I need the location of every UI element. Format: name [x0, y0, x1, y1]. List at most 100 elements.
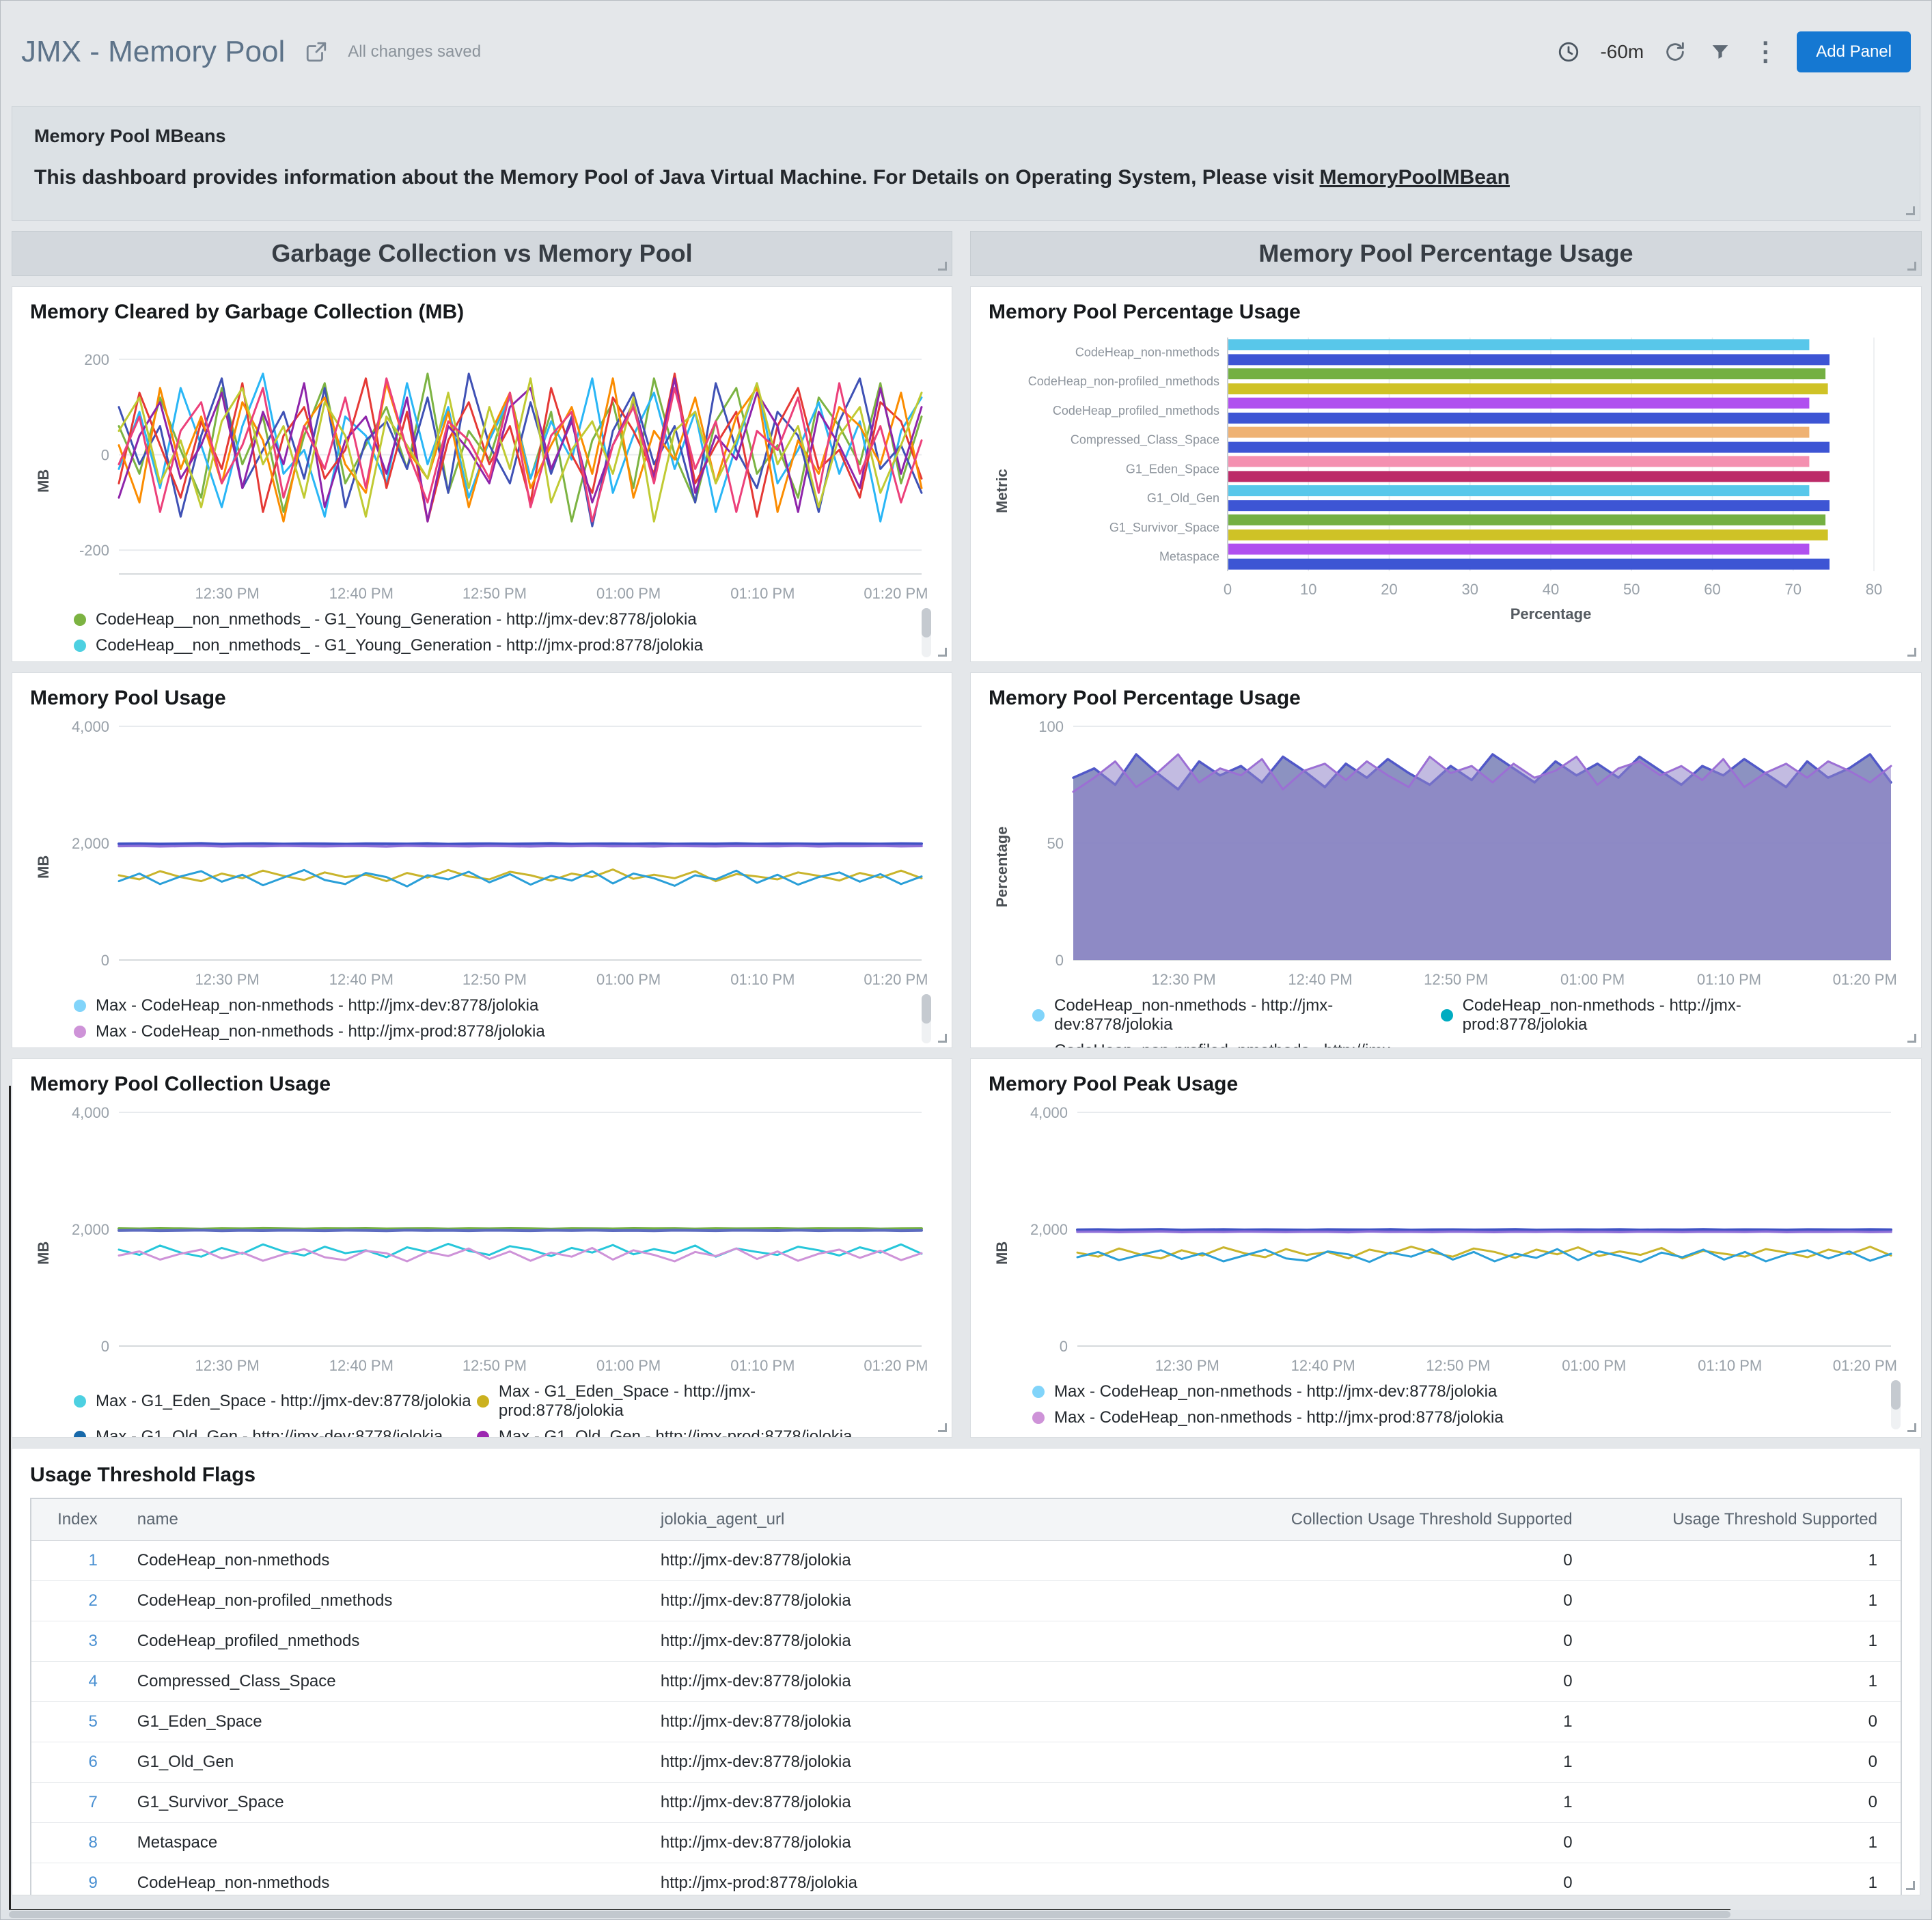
memory-pool-usage-chart[interactable]: 02,0004,00012:30 PM12:40 PM12:50 PM01:00… — [57, 717, 935, 990]
legend-label: CodeHeap__non_nmethods_ - G1_Young_Gener… — [96, 636, 703, 655]
table-row: 6G1_Old_Genhttp://jmx-dev:8778/jolokia10 — [31, 1742, 1901, 1783]
legend-scrollbar[interactable] — [922, 608, 931, 657]
url-cell: http://jmx-dev:8778/jolokia — [648, 1783, 1228, 1823]
svg-text:100: 100 — [1038, 718, 1064, 735]
memory-pool-percentage-area-chart[interactable]: 05010012:30 PM12:40 PM12:50 PM01:00 PM01… — [1016, 717, 1905, 990]
legend-item[interactable]: Max - G1_Eden_Space - http://jmx-dev:877… — [74, 1379, 477, 1424]
legend-scrollbar[interactable] — [922, 994, 931, 1043]
memory-pool-collection-usage-chart[interactable]: 02,0004,00012:30 PM12:40 PM12:50 PM01:00… — [57, 1103, 935, 1376]
resize-handle[interactable] — [1906, 1881, 1915, 1890]
svg-text:12:40 PM: 12:40 PM — [1288, 971, 1352, 988]
svg-text:2,000: 2,000 — [72, 835, 109, 852]
resize-handle[interactable] — [938, 1034, 947, 1043]
resize-handle[interactable] — [1907, 262, 1916, 271]
index-cell: 6 — [31, 1742, 125, 1783]
svg-text:12:30 PM: 12:30 PM — [195, 971, 260, 988]
legend-dot — [74, 640, 86, 652]
clock-icon[interactable] — [1555, 38, 1582, 66]
horizontal-scrollbar[interactable] — [1, 1910, 1931, 1919]
horizontal-scrollbar-thumb[interactable] — [9, 1911, 1730, 1918]
legend-item[interactable]: Max - CodeHeap_non-nmethods - http://jmx… — [1032, 1379, 1883, 1405]
svg-text:01:20 PM: 01:20 PM — [1833, 1357, 1897, 1374]
legend-item[interactable]: CodeHeap__non_nmethods_ - G1_Young_Gener… — [74, 607, 913, 633]
usage-threshold-cell: 0 — [1620, 1783, 1901, 1823]
legend-dot — [1032, 1412, 1045, 1424]
resize-handle[interactable] — [1906, 206, 1915, 215]
legend-dot — [74, 614, 86, 626]
filter-icon[interactable] — [1707, 38, 1734, 66]
panel-title: Memory Pool Percentage Usage — [989, 301, 1903, 324]
collection-threshold-cell: 0 — [1228, 1581, 1620, 1621]
memory-pool-percentage-bar-chart[interactable]: 01020304050607080CodeHeap_non-nmethodsCo… — [1016, 331, 1905, 625]
panel-memory-pool-peak-usage: Memory Pool Peak Usage MB 02,0004,00012:… — [970, 1058, 1922, 1438]
svg-text:30: 30 — [1462, 581, 1478, 598]
legend-dot — [74, 1026, 86, 1038]
index-cell: 4 — [31, 1662, 125, 1702]
svg-text:4,000: 4,000 — [72, 718, 109, 735]
legend-item[interactable]: Max - CodeHeap_non-nmethods - http://jmx… — [74, 1019, 913, 1045]
legend-item[interactable]: Max - CodeHeap_non-nmethods - http://jmx… — [74, 993, 913, 1019]
legend-dot — [74, 1395, 86, 1408]
svg-text:0: 0 — [1224, 581, 1232, 598]
usage-threshold-cell: 0 — [1620, 1742, 1901, 1783]
url-cell: http://jmx-dev:8778/jolokia — [648, 1823, 1228, 1863]
collection-threshold-cell: 0 — [1228, 1863, 1620, 1896]
legend-dot — [74, 1000, 86, 1012]
index-cell: 8 — [31, 1823, 125, 1863]
legend-item[interactable]: Max - G1_Old_Gen - http://jmx-prod:8778/… — [477, 1424, 880, 1438]
resize-handle[interactable] — [938, 1423, 947, 1432]
svg-text:50: 50 — [1047, 835, 1064, 852]
legend-label: CodeHeap_non-nmethods - http://jmx-dev:8… — [1054, 996, 1441, 1034]
legend-label: Max - CodeHeap_non-nmethods - http://jmx… — [96, 1022, 545, 1041]
chart-legend: Max - CodeHeap_non-nmethods - http://jmx… — [1032, 1379, 1903, 1431]
legend-item[interactable]: Max - G1_Eden_Space - http://jmx-prod:87… — [477, 1379, 880, 1424]
resize-handle[interactable] — [1907, 1423, 1916, 1432]
memory-pool-mbean-link[interactable]: MemoryPoolMBean — [1320, 166, 1510, 189]
section-title: Memory Pool Percentage Usage — [1258, 239, 1633, 268]
resize-handle[interactable] — [938, 262, 947, 271]
svg-text:CodeHeap_non-profiled_nmethods: CodeHeap_non-profiled_nmethods — [1028, 374, 1219, 389]
legend-item[interactable]: CodeHeap_non-nmethods - http://jmx-dev:8… — [1032, 993, 1441, 1038]
svg-text:G1_Old_Gen: G1_Old_Gen — [1147, 491, 1219, 506]
collection-threshold-cell: 1 — [1228, 1702, 1620, 1742]
chart-legend: CodeHeap_non-nmethods - http://jmx-dev:8… — [1032, 993, 1903, 1048]
chart-legend: Max - CodeHeap_non-nmethods - http://jmx… — [74, 993, 934, 1045]
svg-text:50: 50 — [1623, 581, 1640, 598]
name-cell: CodeHeap_profiled_nmethods — [125, 1621, 648, 1662]
svg-text:12:40 PM: 12:40 PM — [329, 585, 394, 602]
legend-label: Max - G1_Old_Gen - http://jmx-dev:8778/j… — [96, 1427, 443, 1438]
svg-text:-200: -200 — [79, 542, 109, 559]
resize-handle[interactable] — [1907, 1034, 1916, 1043]
add-panel-button[interactable]: Add Panel — [1797, 31, 1911, 72]
resize-handle[interactable] — [938, 648, 947, 657]
memory-cleared-gc-chart[interactable]: 2000-20012:30 PM12:40 PM12:50 PM01:00 PM… — [57, 331, 935, 604]
kebab-menu-icon[interactable]: ⋮ — [1752, 38, 1779, 66]
legend-item[interactable]: CodeHeap_non-profiled_nmethods - http://… — [1032, 1038, 1441, 1048]
legend-scrollbar-thumb[interactable] — [922, 994, 931, 1024]
share-icon[interactable] — [303, 38, 330, 66]
svg-text:2,000: 2,000 — [72, 1221, 109, 1238]
name-cell: Metaspace — [125, 1823, 648, 1863]
name-cell: G1_Old_Gen — [125, 1742, 648, 1783]
legend-item[interactable]: CodeHeap__non_nmethods_ - G1_Young_Gener… — [74, 633, 913, 659]
legend-item[interactable]: Max - CodeHeap_non-nmethods - http://jmx… — [1032, 1405, 1883, 1431]
y-axis-label: Metric — [989, 331, 1016, 625]
svg-text:10: 10 — [1300, 581, 1316, 598]
saved-status: All changes saved — [348, 42, 481, 61]
svg-text:0: 0 — [1060, 1338, 1068, 1355]
url-cell: http://jmx-dev:8778/jolokia — [648, 1742, 1228, 1783]
legend-label: Max - G1_Eden_Space - http://jmx-dev:877… — [96, 1392, 471, 1411]
svg-text:12:30 PM: 12:30 PM — [1152, 971, 1216, 988]
legend-scrollbar[interactable] — [1891, 1380, 1901, 1429]
memory-pool-peak-usage-chart[interactable]: 02,0004,00012:30 PM12:40 PM12:50 PM01:00… — [1016, 1103, 1905, 1376]
time-range-value[interactable]: -60m — [1600, 41, 1644, 63]
legend-item[interactable]: Max - G1_Old_Gen - http://jmx-dev:8778/j… — [74, 1424, 477, 1438]
legend-item[interactable]: CodeHeap_non-nmethods - http://jmx-prod:… — [1441, 993, 1849, 1038]
svg-text:G1_Eden_Space: G1_Eden_Space — [1126, 462, 1219, 476]
y-axis-label: MB — [989, 1103, 1016, 1376]
refresh-icon[interactable] — [1661, 38, 1689, 66]
legend-scrollbar-thumb[interactable] — [922, 608, 931, 637]
legend-scrollbar-thumb[interactable] — [1891, 1380, 1901, 1410]
table-row: 4Compressed_Class_Spacehttp://jmx-dev:87… — [31, 1662, 1901, 1702]
resize-handle[interactable] — [1907, 648, 1916, 657]
